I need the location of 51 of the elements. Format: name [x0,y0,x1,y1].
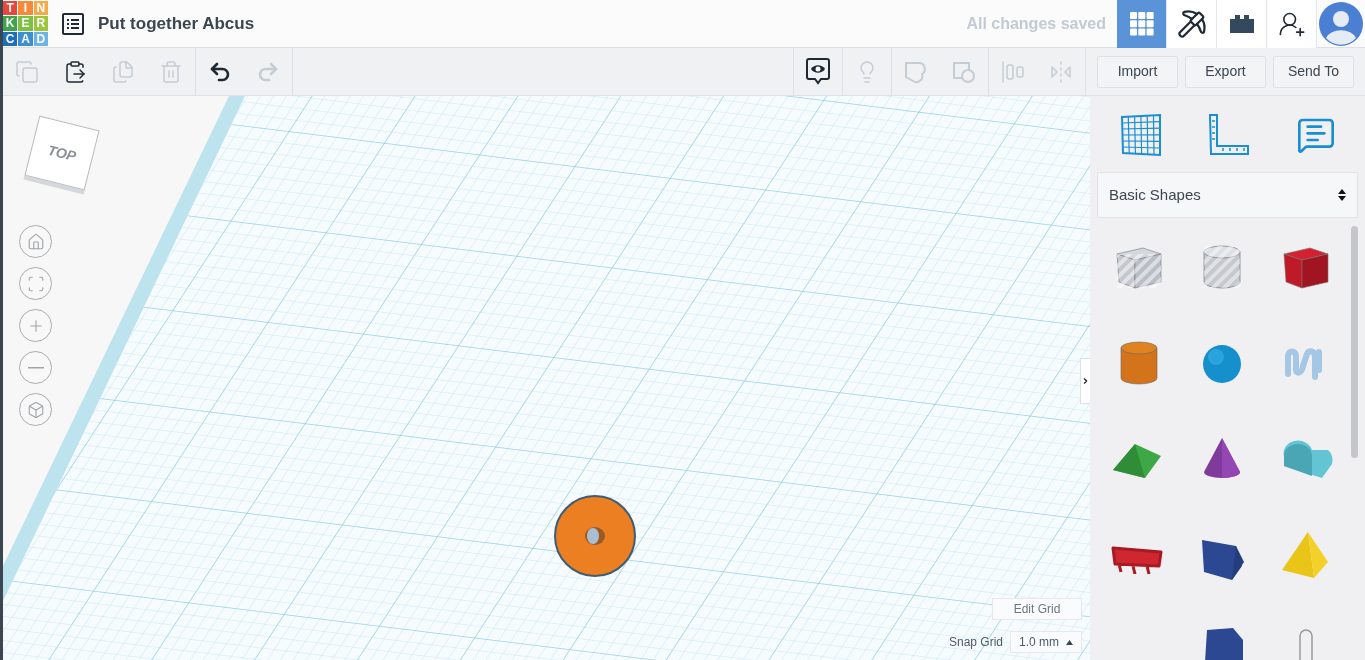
fit-button[interactable] [19,267,52,300]
toolbar-button[interactable]: Import [1097,55,1178,88]
chevron-right-icon [1081,375,1090,387]
toolbar-button[interactable]: Export [1185,55,1266,88]
scrollbar[interactable] [1351,226,1358,458]
avatar[interactable] [1319,1,1363,46]
eye-speech-bubble-icon [805,56,831,87]
disc-shape[interactable] [553,494,637,578]
zoom-in-button[interactable] [19,309,52,342]
caret-up-icon [1066,639,1073,645]
fit-view-icon [26,274,45,293]
toolbar-button[interactable]: Send To [1273,55,1354,88]
ruler-icon[interactable] [1206,113,1251,157]
ortho-button[interactable] [19,393,52,426]
snap-grid-dropdown[interactable]: 1.0 mm [1010,631,1082,653]
zoom-out-button[interactable] [19,351,52,384]
list-icon[interactable] [62,12,84,35]
logo-letter: I [18,1,33,16]
add-user-button[interactable] [1267,0,1317,48]
home-icon [26,232,45,251]
logo-letter: T [3,1,18,16]
snap-grid-label: Snap Grid [948,634,1003,651]
pickaxe-view-button[interactable] [1167,0,1217,48]
logo-letter: K [3,16,18,31]
grid-icon [1128,10,1155,37]
collapse-panel-tab[interactable] [1080,358,1090,404]
logo-letter: A [18,31,33,46]
duplicate-icon [111,59,135,84]
logo-letter: C [3,31,18,46]
logo-letter: N [33,1,48,16]
zoom-out-icon [27,366,44,369]
edit-grid-button[interactable]: Edit Grid [992,598,1082,620]
logo[interactable]: T I N K E R C A D [3,1,48,46]
logo-letter: R [33,16,48,31]
home-button[interactable] [19,225,52,258]
sort-arrows-icon [1338,188,1346,202]
workplane-grid-icon[interactable] [1119,113,1162,157]
align-icon [1001,59,1025,84]
cube-icon [26,400,45,419]
brick-view-button[interactable] [1217,0,1267,48]
library-select[interactable]: Basic Shapes [1097,172,1358,218]
save-status: All changes saved [966,13,1106,34]
brick-icon [1227,12,1256,35]
copy-icon [15,59,39,84]
mirror-icon [1049,59,1073,84]
logo-letter: D [33,31,48,46]
delete-icon [159,59,183,84]
pickaxe-icon [1176,8,1207,39]
logo-letter: E [18,16,33,31]
design-title[interactable]: Put together Abcus [98,10,255,37]
paste-icon [63,59,87,84]
